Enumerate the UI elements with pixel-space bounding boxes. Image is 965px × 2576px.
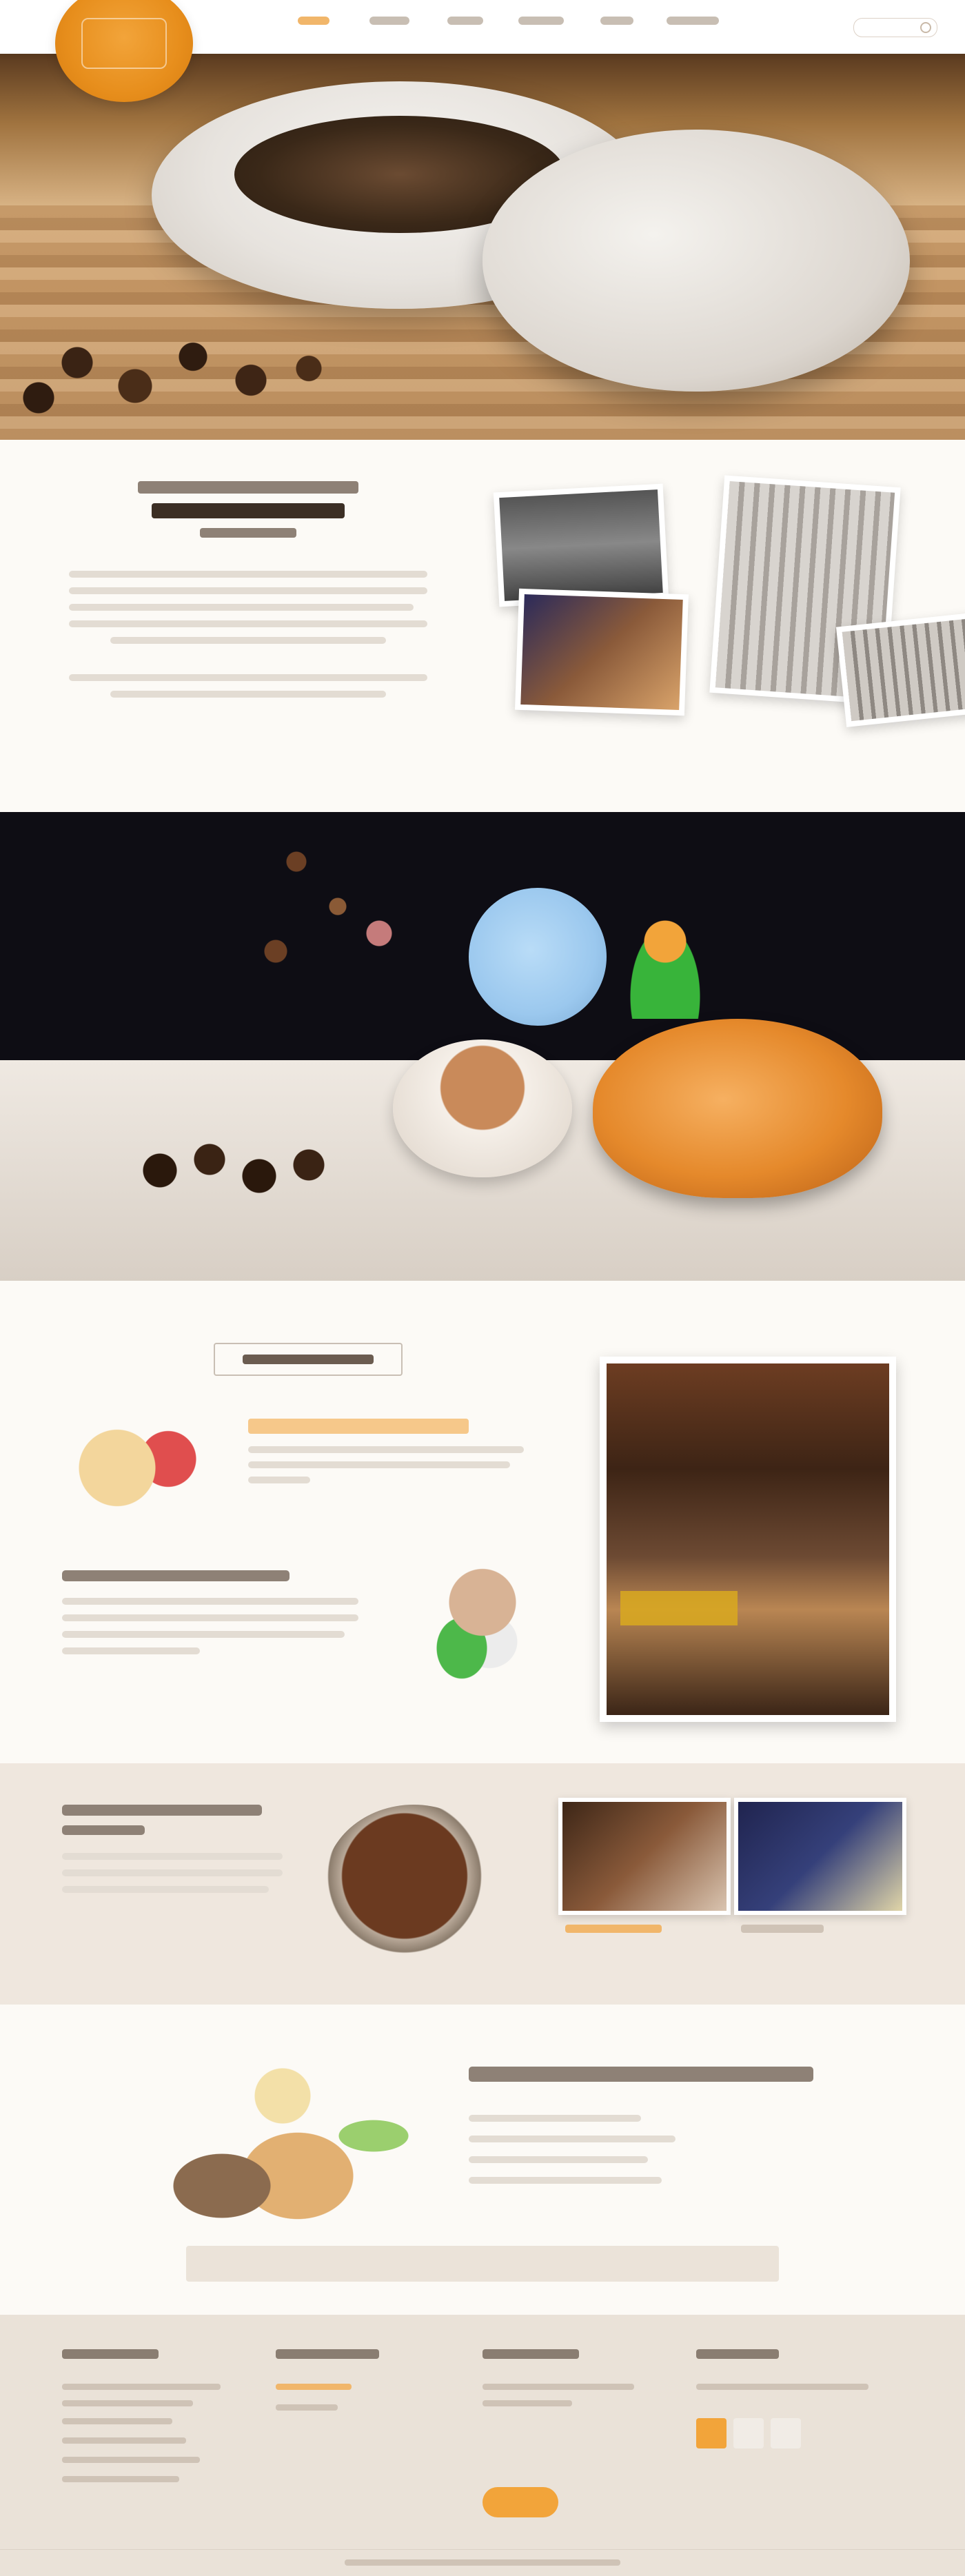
product-caption-2 (741, 1925, 824, 1933)
product-caption-1 (565, 1925, 662, 1933)
feature-2-text (62, 1631, 345, 1638)
about-text-line (110, 691, 386, 698)
menu-item-2[interactable] (352, 10, 427, 34)
products-text (62, 1853, 283, 1860)
copyright-bar (0, 2549, 965, 2576)
footer-text (62, 2384, 221, 2390)
breakfast-text (469, 2177, 662, 2184)
search-icon[interactable] (920, 22, 931, 33)
footer-text (482, 2384, 634, 2390)
about-title-line-2 (152, 503, 345, 518)
shop-image (607, 1363, 889, 1715)
flower-decoration (620, 909, 710, 1019)
footer-text (62, 2400, 193, 2406)
blue-splash (469, 888, 607, 1026)
hero-saucer (482, 130, 910, 392)
footer-link[interactable] (276, 2384, 352, 2390)
products-text (62, 1886, 269, 1893)
photo-image (499, 489, 663, 601)
main-menu (276, 10, 731, 34)
footer-text (62, 2437, 186, 2444)
footer-heading-1 (62, 2349, 159, 2359)
hero-banner (0, 54, 965, 440)
collage-photo-4 (835, 611, 965, 727)
product-image-1 (562, 1802, 727, 1911)
banner-coffee-beans (110, 1115, 358, 1226)
search-input[interactable] (853, 18, 937, 37)
about-text-line (69, 620, 427, 627)
about-title-line-1 (138, 481, 358, 494)
feature-2-title (62, 1570, 290, 1581)
page (0, 0, 965, 2576)
collage-photo-2 (515, 588, 689, 716)
about-text-line (110, 637, 386, 644)
product-image-2 (738, 1802, 902, 1911)
breakfast-text (469, 2115, 641, 2122)
coffee-shop-photo (600, 1357, 896, 1722)
feature-1-text (248, 1461, 510, 1468)
breakfast-title (469, 2067, 813, 2082)
coffee-bowl-image (324, 1805, 503, 1963)
banner-latte-cup (393, 1039, 572, 1177)
footer-link[interactable] (276, 2404, 338, 2411)
social-icon[interactable] (771, 2418, 801, 2448)
breakfast-image (131, 2046, 434, 2246)
logo-emblem (81, 18, 167, 69)
feature-1-text (248, 1446, 524, 1453)
footer-text (62, 2418, 172, 2424)
breakfast-text (469, 2136, 676, 2142)
about-title-line-3 (200, 528, 296, 538)
about-text-line (69, 604, 414, 611)
photo-image (842, 617, 965, 722)
feature-2-text (62, 1598, 358, 1605)
footer (0, 2315, 965, 2576)
footer-subscribe-button[interactable] (482, 2487, 558, 2517)
about-text-line (69, 674, 427, 681)
feature-1-title (248, 1419, 469, 1434)
product-thumb-1[interactable] (558, 1798, 731, 1915)
footer-text (62, 2476, 179, 2482)
social-icon[interactable] (696, 2418, 727, 2448)
photo-image (520, 594, 683, 710)
menu-item-1[interactable] (276, 10, 352, 34)
footer-heading-4 (696, 2349, 779, 2359)
breakfast-section (0, 2005, 965, 2315)
products-strip (0, 1763, 965, 2005)
footer-text (482, 2400, 572, 2406)
footer-heading-3 (482, 2349, 579, 2359)
promo-banner (0, 812, 965, 1281)
products-title (62, 1805, 262, 1816)
breakfast-cta-bar (186, 2246, 779, 2282)
footer-text (62, 2457, 200, 2463)
about-text-line (69, 587, 427, 594)
feature-2-text (62, 1614, 358, 1621)
menu-item-5[interactable] (579, 10, 655, 34)
menu-item-6[interactable] (655, 10, 731, 34)
features-section (0, 1281, 965, 1763)
about-text-line (69, 571, 427, 578)
fruit-image (69, 1419, 207, 1508)
menu-item-4[interactable] (503, 10, 579, 34)
feature-1-text (248, 1477, 310, 1483)
about-section (0, 440, 965, 812)
social-icon[interactable] (733, 2418, 764, 2448)
footer-text (696, 2384, 868, 2390)
cup-and-macarons (400, 1556, 538, 1687)
products-text (62, 1869, 283, 1876)
about-photo-collage (482, 475, 965, 771)
copyright-text (345, 2559, 620, 2566)
features-heading (243, 1355, 374, 1364)
menu-item-3[interactable] (427, 10, 503, 34)
flying-beans (234, 826, 441, 1005)
features-heading-box (214, 1343, 403, 1376)
feature-2-text (62, 1647, 200, 1654)
product-thumb-2[interactable] (734, 1798, 906, 1915)
top-navigation (0, 0, 965, 102)
footer-heading-2 (276, 2349, 379, 2359)
breakfast-text (469, 2156, 648, 2163)
hero-coffee-beans (0, 316, 386, 433)
banner-croissant (593, 1019, 882, 1198)
products-subtitle (62, 1825, 145, 1835)
